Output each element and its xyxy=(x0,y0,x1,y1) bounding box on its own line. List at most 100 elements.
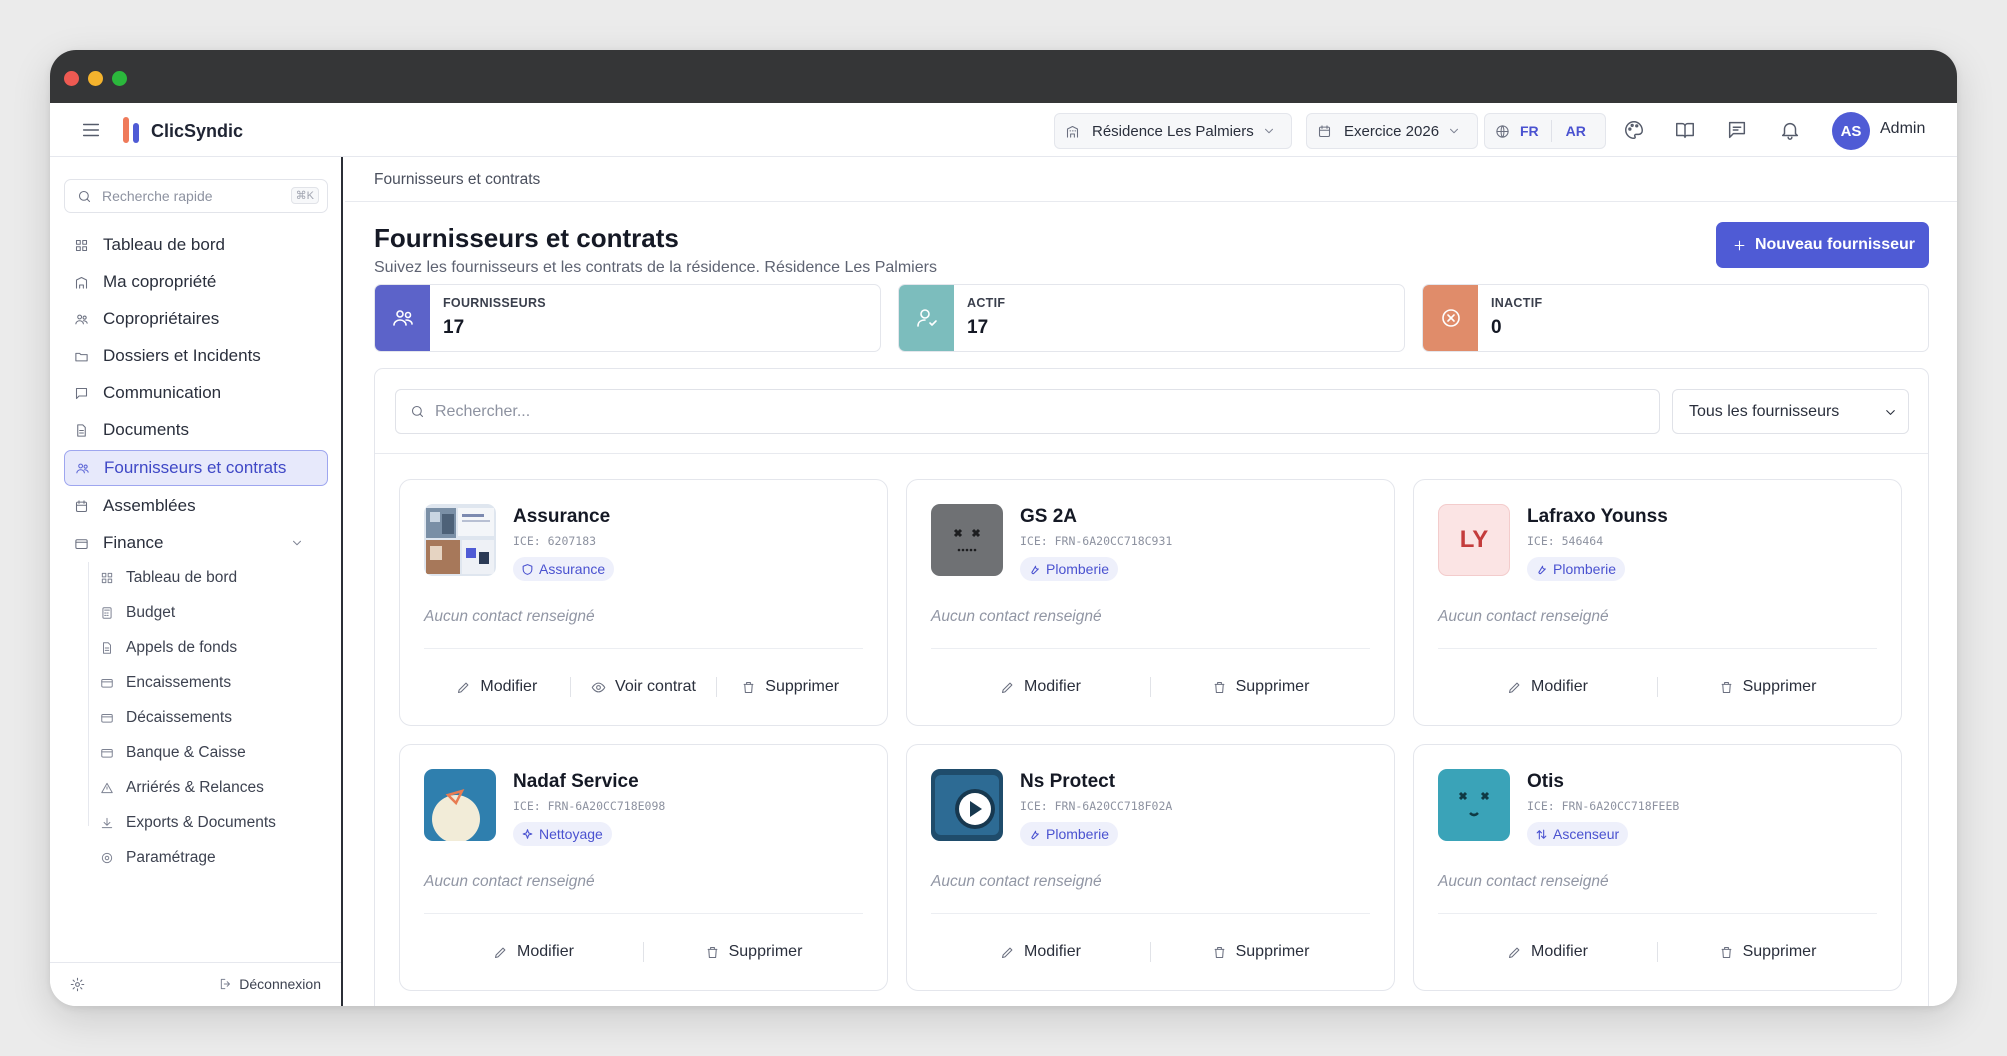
user-check-icon xyxy=(916,309,937,327)
user-name[interactable]: Admin xyxy=(1880,120,1925,138)
supplier-name: Assurance xyxy=(513,506,611,527)
hamburger-icon xyxy=(82,123,100,137)
sidebar-item-coproprietaires[interactable]: Copropriétaires xyxy=(64,301,328,337)
delete-button[interactable]: Supprimer xyxy=(1151,943,1370,961)
logout-button[interactable]: Déconnexion xyxy=(219,976,321,992)
sidebar-item-documents[interactable]: Documents xyxy=(64,412,328,448)
sidebar-item-ma-copropriete[interactable]: Ma copropriété xyxy=(64,264,328,300)
users-icon xyxy=(75,314,88,324)
guide-button[interactable] xyxy=(1674,119,1696,141)
supplier-card: Ns Protect ICE: FRN-6A20CC718F02A Plombe… xyxy=(906,744,1395,991)
pencil-icon xyxy=(495,947,506,958)
finance-item-exports[interactable]: Exports & Documents xyxy=(100,808,276,838)
settings-icon xyxy=(101,852,113,864)
finance-item-label: Exports & Documents xyxy=(126,814,276,831)
grid-icon xyxy=(75,239,88,251)
maximize-window-button[interactable] xyxy=(112,71,127,86)
card-actions: Modifier Supprimer xyxy=(931,649,1370,725)
category-label: Plomberie xyxy=(1046,826,1110,842)
finance-item-appels[interactable]: Appels de fonds xyxy=(100,633,237,663)
supplier-initials: LY xyxy=(1459,526,1489,553)
sidebar-item-assemblees[interactable]: Assemblées xyxy=(64,488,328,524)
stat-icon-box xyxy=(899,285,954,351)
wrench-icon xyxy=(1538,565,1546,574)
edit-button[interactable]: Modifier xyxy=(1438,943,1657,961)
contact-info: Aucun contact renseigné xyxy=(424,873,595,890)
lang-ar-button[interactable]: AR xyxy=(1566,123,1586,139)
supplier-filter-select[interactable]: Tous les fournisseurs xyxy=(1672,389,1909,434)
card-actions: Modifier Supprimer xyxy=(424,914,863,990)
delete-label: Supprimer xyxy=(1742,943,1817,960)
category-badge: Nettoyage xyxy=(513,822,612,846)
minimize-window-button[interactable] xyxy=(88,71,103,86)
pencil-icon xyxy=(458,682,469,693)
avatar[interactable]: AS xyxy=(1832,112,1870,150)
sidebar: Recherche rapide ⌘K Tableau de bord Ma c… xyxy=(50,157,343,1006)
pencil-icon xyxy=(1002,947,1013,958)
edit-button[interactable]: Modifier xyxy=(931,943,1150,961)
sidebar-item-tableau-de-bord[interactable]: Tableau de bord xyxy=(64,227,328,263)
stat-card-fournisseurs: FOURNISSEURS 17 xyxy=(374,284,881,352)
stat-value: 17 xyxy=(443,317,465,338)
finance-item-budget[interactable]: Budget xyxy=(100,598,175,628)
delete-button[interactable]: Supprimer xyxy=(644,943,863,961)
wrench-icon xyxy=(1031,830,1039,839)
stat-value: 0 xyxy=(1491,317,1502,338)
finance-item-banque[interactable]: Banque & Caisse xyxy=(100,738,246,768)
category-badge: Plomberie xyxy=(1020,557,1119,581)
search-icon xyxy=(78,190,91,202)
book-open-icon xyxy=(1676,122,1694,139)
finance-item-arrieres[interactable]: Arriérés & Relances xyxy=(100,773,264,803)
edit-button[interactable]: Modifier xyxy=(424,678,570,696)
edit-button[interactable]: Modifier xyxy=(931,678,1150,696)
finance-item-encaissements[interactable]: Encaissements xyxy=(100,668,231,698)
sidebar-item-fournisseurs[interactable]: Fournisseurs et contrats xyxy=(64,450,328,486)
sidebar-item-dossiers[interactable]: Dossiers et Incidents xyxy=(64,338,328,374)
contact-info: Aucun contact renseigné xyxy=(1438,873,1609,890)
document-icon xyxy=(103,642,111,654)
delete-button[interactable]: Supprimer xyxy=(1658,943,1877,961)
wallet-icon xyxy=(75,538,88,549)
delete-button[interactable]: Supprimer xyxy=(1151,678,1370,696)
theme-button[interactable] xyxy=(1623,119,1645,141)
eye-icon xyxy=(591,682,606,692)
new-supplier-label: Nouveau fournisseur xyxy=(1754,236,1915,253)
finance-item-label: Décaissements xyxy=(126,709,232,726)
supplier-ice: ICE: 546464 xyxy=(1527,534,1604,548)
sidebar-item-finance[interactable]: Finance xyxy=(64,525,328,561)
finance-item-tableau-de-bord[interactable]: Tableau de bord xyxy=(100,563,237,593)
edit-button[interactable]: Modifier xyxy=(424,943,643,961)
supplier-name: Nadaf Service xyxy=(513,771,639,792)
stat-value: 17 xyxy=(967,317,989,338)
residence-selector[interactable]: Résidence Les Palmiers xyxy=(1054,113,1292,149)
sparkle-icon xyxy=(522,828,533,839)
new-supplier-button[interactable]: Nouveau fournisseur xyxy=(1715,222,1929,268)
contact-info: Aucun contact renseigné xyxy=(931,873,1102,890)
close-window-button[interactable] xyxy=(64,71,79,86)
sidebar-item-label: Assemblées xyxy=(103,496,196,515)
messages-button[interactable] xyxy=(1726,119,1748,141)
settings-button[interactable] xyxy=(70,977,85,992)
contact-info: Aucun contact renseigné xyxy=(1438,608,1609,625)
delete-label: Supprimer xyxy=(1235,678,1310,695)
quick-search-input[interactable]: Recherche rapide ⌘K xyxy=(64,179,328,213)
notifications-button[interactable] xyxy=(1779,119,1801,141)
sidebar-item-communication[interactable]: Communication xyxy=(64,375,328,411)
breadcrumb: Fournisseurs et contrats xyxy=(345,157,1957,202)
quick-search-placeholder: Recherche rapide xyxy=(102,188,213,204)
delete-button[interactable]: Supprimer xyxy=(717,678,863,696)
lang-fr-button[interactable]: FR xyxy=(1520,123,1539,139)
view-contract-button[interactable]: Voir contrat xyxy=(571,678,717,696)
stat-label: ACTIF xyxy=(967,296,1006,310)
exercice-selector[interactable]: Exercice 2026 xyxy=(1306,113,1478,149)
menu-button[interactable] xyxy=(80,119,102,141)
finance-item-parametrage[interactable]: Paramétrage xyxy=(100,843,216,873)
edit-button[interactable]: Modifier xyxy=(1438,678,1657,696)
app-window: ClicSyndic Résidence Les Palmiers Exerci… xyxy=(50,50,1957,1006)
play-logo-icon xyxy=(931,769,1003,841)
delete-button[interactable]: Supprimer xyxy=(1658,678,1877,696)
edit-label: Modifier xyxy=(1531,678,1588,695)
finance-item-decaissements[interactable]: Décaissements xyxy=(100,703,232,733)
supplier-search-input[interactable]: Rechercher... xyxy=(395,389,1660,434)
calendar-icon xyxy=(75,499,88,512)
